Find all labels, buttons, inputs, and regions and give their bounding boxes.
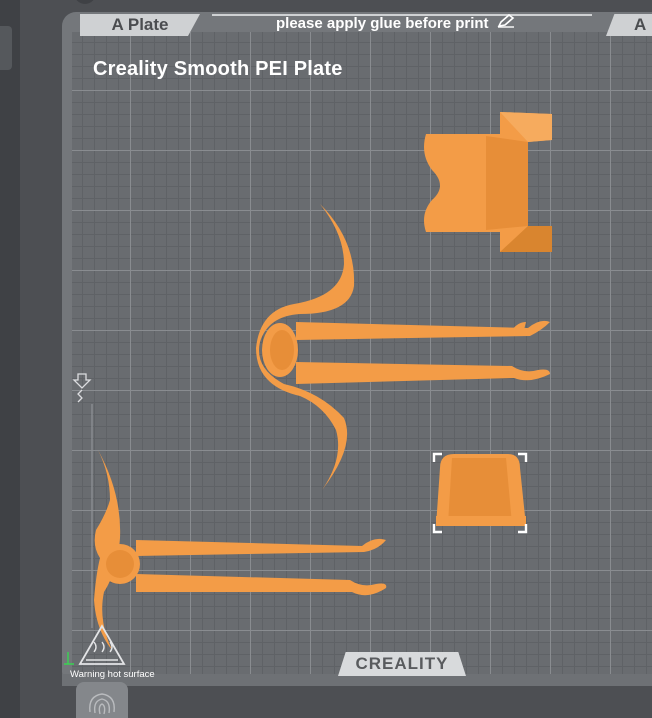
plater-viewport[interactable]: A Plate A please apply glue before print… (0, 0, 652, 718)
model-layer[interactable] (0, 0, 652, 718)
model-bracket-block[interactable] (424, 112, 552, 252)
axis-indicator (64, 652, 74, 665)
fingerprint-icon (76, 682, 128, 718)
arrow-indicator-icon (72, 373, 93, 628)
hot-surface-warning-text: Warning hot surface (70, 669, 155, 680)
model-anchor-hook-small[interactable] (94, 450, 387, 650)
brand-logo: CREALITY (338, 652, 466, 676)
model-cup-selected[interactable] (432, 452, 528, 534)
